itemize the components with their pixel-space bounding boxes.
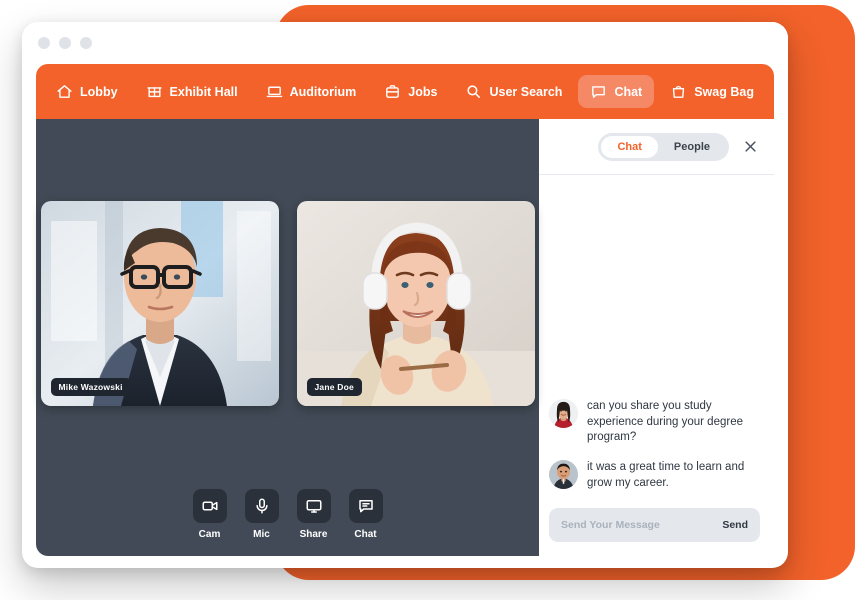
chat-bubble-icon — [348, 489, 383, 523]
search-icon — [465, 83, 482, 100]
browser-window: Lobby Exhibit Hall Auditorium Jobs User … — [22, 22, 788, 568]
video-conference-area: Mike Wazowski Jane Doe Cam Mic Share Cha… — [36, 119, 539, 556]
chat-message-list: can you share you study experience durin… — [539, 175, 774, 498]
window-titlebar — [22, 22, 788, 64]
control-label: Mic — [253, 529, 270, 540]
message-input[interactable] — [561, 519, 715, 531]
man-avatar — [549, 460, 578, 490]
participant-tile[interactable]: Jane Doe — [296, 201, 535, 406]
screenshot-root: Lobby Exhibit Hall Auditorium Jobs User … — [0, 0, 860, 600]
briefcase-icon — [384, 83, 401, 100]
nav-item-jobs[interactable]: Jobs — [372, 75, 449, 108]
nav-label: User Search — [489, 84, 563, 99]
control-share[interactable]: Share — [296, 489, 331, 540]
chat-bubble-icon — [590, 83, 607, 100]
control-cam[interactable]: Cam — [192, 489, 227, 540]
nav-item-lobby[interactable]: Lobby — [44, 75, 130, 108]
laptop-icon — [266, 83, 283, 100]
participant-tile[interactable]: Mike Wazowski — [40, 201, 279, 406]
message-input-bar: Send — [549, 508, 760, 542]
chat-message: it was a great time to learn and grow my… — [549, 460, 760, 492]
microphone-icon — [244, 489, 279, 523]
chat-panel: Chat People can you share you study expe… — [539, 119, 774, 556]
nav-label: Swag Bag — [694, 84, 754, 99]
control-label: Chat — [354, 529, 377, 540]
window-maximize-dot[interactable] — [80, 37, 92, 49]
participant-name-badge: Jane Doe — [306, 378, 362, 396]
chat-panel-header: Chat People — [539, 119, 774, 175]
chat-message-text: can you share you study experience durin… — [587, 399, 743, 444]
woman-avatar — [549, 398, 578, 428]
control-label: Cam — [198, 529, 221, 540]
tab-people[interactable]: People — [658, 136, 726, 158]
chat-message: can you share you study experience durin… — [549, 398, 760, 447]
control-label: Share — [299, 529, 328, 540]
nav-label: Jobs — [408, 84, 438, 99]
window-close-dot[interactable] — [38, 37, 50, 49]
close-icon[interactable] — [743, 139, 758, 154]
send-button[interactable]: Send — [714, 519, 748, 531]
nav-label: Lobby — [80, 84, 118, 99]
tab-chat[interactable]: Chat — [601, 135, 658, 158]
avatar — [549, 398, 578, 428]
home-icon — [56, 83, 73, 100]
participant-video-mike — [40, 201, 279, 406]
nav-label: Chat — [614, 84, 643, 99]
nav-item-user-search[interactable]: User Search — [453, 75, 574, 108]
participant-tiles: Mike Wazowski Jane Doe — [40, 201, 535, 406]
chat-composer: Send — [539, 498, 774, 556]
navbar-wrapper: Lobby Exhibit Hall Auditorium Jobs User … — [22, 64, 788, 119]
avatar — [549, 460, 578, 490]
nav-label: Exhibit Hall — [169, 84, 238, 99]
nav-item-swag-bag[interactable]: Swag Bag — [658, 75, 766, 108]
shopping-bag-icon — [670, 83, 687, 100]
nav-label: Auditorium — [289, 84, 357, 99]
control-chat[interactable]: Chat — [348, 489, 383, 540]
chat-people-toggle: Chat People — [598, 132, 729, 161]
participant-name-badge: Mike Wazowski — [50, 378, 131, 396]
video-camera-icon — [192, 489, 227, 523]
video-controls-bar: Cam Mic Share Chat — [36, 489, 539, 540]
nav-item-exhibit-hall[interactable]: Exhibit Hall — [134, 75, 250, 108]
window-body: Mike Wazowski Jane Doe Cam Mic Share Cha… — [22, 119, 788, 568]
control-mic[interactable]: Mic — [244, 489, 279, 540]
chat-message-text: it was a great time to learn and grow my… — [587, 461, 745, 490]
nav-item-chat[interactable]: Chat — [578, 75, 655, 108]
window-minimize-dot[interactable] — [59, 37, 71, 49]
monitor-icon — [296, 489, 331, 523]
participant-video-jane — [296, 201, 535, 406]
nav-item-auditorium[interactable]: Auditorium — [254, 75, 369, 108]
main-navigation: Lobby Exhibit Hall Auditorium Jobs User … — [36, 64, 774, 119]
storefront-icon — [146, 83, 163, 100]
